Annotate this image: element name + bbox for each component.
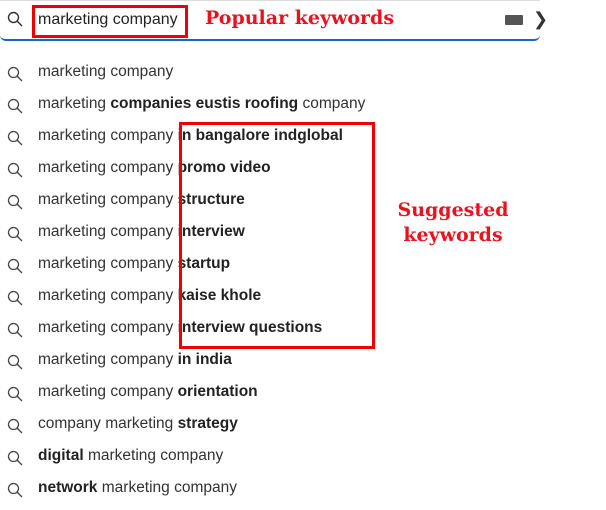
suggestion-part: marketing company [38,191,178,208]
suggestion-item[interactable]: marketing companies eustis roofing compa… [0,89,540,121]
annotation-line: Suggested [397,199,509,221]
suggestion-text: marketing company [38,63,173,81]
search-icon [7,322,23,338]
suggestion-part: marketing company [97,479,237,496]
suggestion-text: marketing company orientation [38,383,258,401]
suggestion-item[interactable]: company marketing strategy [0,409,540,441]
search-icon [7,98,23,114]
suggestion-part: marketing company [38,287,178,304]
suggested-highlight-box [179,122,375,349]
suggestion-part: marketing company [38,223,178,240]
suggestion-bold-part: companies eustis roofing [110,95,299,112]
suggestion-text: marketing company in india [38,351,232,369]
suggestion-part: marketing company [38,319,178,336]
suggestion-text: marketing companies eustis roofing compa… [38,95,365,113]
suggestion-text: company marketing strategy [38,415,238,433]
suggestion-bold-part: digital [38,447,84,464]
suggestion-part: marketing company [83,447,224,464]
suggestion-item[interactable]: marketing company in india [0,345,540,377]
suggestion-item[interactable]: network marketing company [0,473,540,505]
search-icon [7,130,23,146]
suggestion-part: marketing company [38,383,178,400]
popular-keywords-annotation: Popular keywords [205,7,395,29]
suggestion-bold-part: strategy [177,415,238,432]
suggestion-bold-part: in india [177,351,232,368]
search-icon [7,418,23,434]
chevron-right-icon[interactable]: ❯ [533,9,548,30]
suggestion-part: marketing company [38,63,174,80]
suggestion-text: network marketing company [38,479,237,497]
search-icon [7,162,23,178]
suggestion-bold-part: network [38,479,98,496]
suggestion-part: marketing company [38,351,178,368]
search-icon [7,258,23,274]
keyboard-icon[interactable] [505,15,523,25]
suggestion-item[interactable]: digital marketing company [0,441,540,473]
search-icon [7,226,23,242]
annotation-line: keywords [403,224,503,246]
suggestion-part: company marketing [38,415,178,432]
suggestion-part: company [298,95,366,112]
search-icon [7,354,23,370]
suggestion-text: digital marketing company [38,447,223,465]
search-icon [7,290,23,306]
search-icon [7,450,23,466]
suggested-keywords-annotation: Suggested keywords [393,198,513,248]
search-icon [7,386,23,402]
search-icon [7,66,23,82]
suggestion-part: marketing company [38,255,178,272]
suggestion-part: marketing [38,95,111,112]
search-icon [7,11,23,27]
search-icon [7,482,23,498]
suggestion-part: marketing company [38,159,178,176]
suggestion-bold-part: orientation [177,383,258,400]
popular-highlight-box [32,5,188,38]
search-icon [7,194,23,210]
suggestion-item[interactable]: marketing company [0,57,540,89]
suggestion-item[interactable]: marketing company orientation [0,377,540,409]
suggestion-part: marketing company [38,127,178,144]
